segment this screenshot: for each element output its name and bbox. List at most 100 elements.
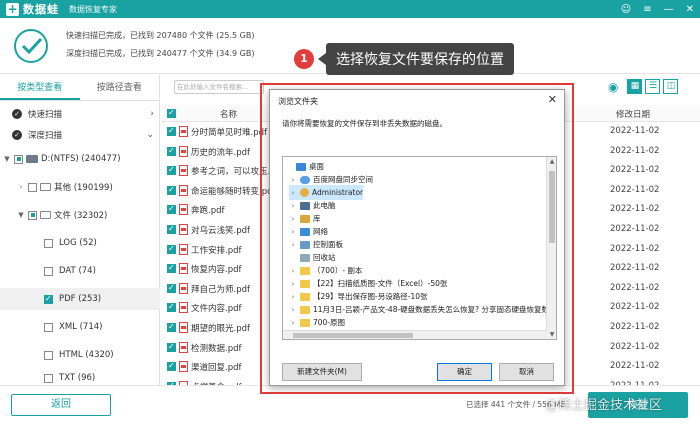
minimize-icon[interactable]: —	[664, 4, 674, 15]
files-checkbox[interactable]	[28, 210, 37, 220]
tab-by-type[interactable]: 按类型查看	[0, 75, 80, 100]
new-folder-button[interactable]: 新建文件夹(M)	[282, 363, 362, 381]
tree-expand-icon[interactable]: ›	[289, 176, 297, 184]
check-circle-icon: ✓	[12, 130, 22, 140]
grid-view-icon[interactable]: ▦	[627, 79, 643, 94]
tree-expand-icon[interactable]: ›	[289, 189, 297, 197]
tab-by-path[interactable]: 按路径查看	[80, 75, 160, 100]
deep-scan-row[interactable]: ✓ 深度扫描 ⌄	[0, 124, 160, 146]
file-checkbox[interactable]	[167, 165, 176, 176]
list-view-icon[interactable]: ☰	[645, 79, 661, 94]
cancel-button[interactable]: 取消	[499, 363, 554, 381]
tree-item-txt[interactable]: TXT (96)	[0, 371, 160, 385]
tree-horizontal-scrollbar[interactable]	[283, 330, 547, 339]
file-checkbox[interactable]	[167, 283, 176, 293]
app-subtitle: 数据恢复专家	[69, 4, 117, 14]
file-date: 2022-11-02	[610, 322, 660, 332]
file-name: 文件内容.pdf	[191, 304, 242, 315]
menu-icon[interactable]: ≡	[643, 4, 651, 15]
xml-checkbox[interactable]	[44, 322, 53, 332]
log-checkbox[interactable]	[44, 238, 53, 248]
tree-item-dat[interactable]: DAT (74)	[0, 260, 160, 282]
folder-tree-label: 回收站	[313, 253, 336, 262]
ok-button[interactable]: 确定	[437, 363, 492, 381]
file-checkbox[interactable]	[167, 263, 176, 274]
tree-expand-icon[interactable]: ›	[289, 202, 297, 210]
tree-item-xml[interactable]: XML (714)	[0, 316, 160, 338]
tree-item-other[interactable]: › 其他 (190199)	[0, 176, 160, 198]
txt-checkbox[interactable]	[44, 373, 53, 383]
tree-expand-icon[interactable]: ›	[289, 267, 297, 275]
pdf-checkbox[interactable]	[44, 294, 53, 304]
file-checkbox[interactable]	[167, 342, 176, 352]
tree-expand-icon[interactable]: ›	[289, 280, 297, 288]
tree-expand-icon[interactable]: ›	[289, 215, 297, 223]
folder-tree-label: Administrator	[312, 188, 364, 197]
tree-item-log[interactable]: LOG (52)	[0, 232, 160, 254]
file-name: 渠道回复.pdf	[191, 363, 242, 374]
html-checkbox[interactable]	[44, 350, 53, 360]
recycle-bin-icon	[300, 253, 310, 262]
detail-view-icon[interactable]: ◫	[663, 79, 679, 94]
column-date[interactable]: 修改日期	[616, 108, 650, 120]
tree-expand-icon[interactable]: ›	[289, 319, 297, 327]
tree-expand-icon[interactable]: ›	[289, 241, 297, 249]
scroll-up-icon[interactable]: ▲	[547, 158, 556, 165]
pdf-file-icon	[179, 126, 188, 137]
expand-arrow-icon[interactable]: ▼	[16, 211, 26, 219]
library-icon	[300, 214, 310, 223]
close-icon[interactable]: ✕	[686, 4, 694, 15]
preview-eye-icon[interactable]: ◉	[608, 80, 618, 94]
tree-item-html[interactable]: HTML (4320)	[0, 344, 160, 366]
back-button[interactable]: 返回	[11, 394, 111, 416]
file-checkbox[interactable]	[167, 361, 176, 372]
file-checkbox[interactable]	[167, 224, 176, 234]
file-checkbox[interactable]	[167, 126, 176, 136]
file-date: 2022-11-02	[610, 243, 660, 254]
file-checkbox[interactable]	[167, 185, 176, 195]
file-checkbox[interactable]	[167, 302, 176, 313]
folder-tree-label: 控制面板	[313, 240, 343, 249]
title-bar: + 数据蛙 数据恢复专家 ☺ ≡ — ✕	[0, 0, 700, 18]
select-all-checkbox[interactable]	[167, 108, 176, 118]
chevron-right-icon: ›	[150, 109, 154, 119]
folder-tree[interactable]: 桌面 › 百度网盘同步空间 › Administrator › 此电脑 › 库 › 网络 › 控制面板回…	[282, 156, 557, 340]
file-checkbox[interactable]	[167, 322, 176, 332]
files-label: 文件 (32302)	[54, 211, 108, 221]
quick-scan-row[interactable]: ✓ 快速扫描 ›	[0, 103, 160, 125]
file-checkbox[interactable]	[167, 146, 176, 156]
desktop-icon	[296, 162, 306, 171]
file-name: 期望的眼光.pdf	[191, 324, 250, 334]
hscroll-thumb[interactable]	[293, 333, 413, 338]
file-name: 恢复内容.pdf	[191, 265, 242, 276]
log-label: LOG (52)	[59, 238, 97, 248]
folder-tree-label: 百度网盘同步空间	[313, 175, 373, 184]
scroll-down-icon[interactable]: ▼	[547, 331, 556, 338]
collapse-arrow-icon[interactable]: ›	[16, 183, 26, 191]
file-checkbox[interactable]	[167, 244, 176, 254]
left-panel-tabs: 按类型查看 按路径查看	[0, 75, 159, 101]
dialog-message: 请你将需要恢复的文件保存到非丢失数据的磁盘。	[282, 119, 447, 128]
pdf-file-icon	[179, 224, 188, 235]
expand-arrow-icon[interactable]: ▼	[2, 155, 12, 163]
other-checkbox[interactable]	[28, 182, 37, 192]
tree-item-files[interactable]: ▼ 文件 (32302)	[0, 204, 160, 226]
scroll-thumb[interactable]	[549, 171, 555, 243]
drive-checkbox[interactable]	[14, 154, 23, 164]
pdf-file-icon	[179, 263, 188, 275]
deep-scan-result: 深度扫描已完成，已找到 240477 个文件 (34.9 GB)	[66, 49, 255, 58]
pdf-file-icon	[179, 145, 188, 157]
tree-vertical-scrollbar[interactable]: ▲ ▼	[546, 157, 556, 339]
tree-item-pdf[interactable]: PDF (253)	[0, 288, 160, 310]
tree-expand-icon[interactable]: ›	[289, 293, 297, 301]
feedback-icon[interactable]: ☺	[621, 4, 631, 15]
tree-item-drive-d[interactable]: ▼ D:(NTFS) (240477)	[0, 148, 160, 170]
dialog-close-icon[interactable]: ✕	[548, 93, 557, 106]
file-checkbox[interactable]	[167, 204, 176, 215]
user-icon	[300, 188, 309, 197]
search-input[interactable]: 在此处输入文件名搜索...	[174, 80, 264, 94]
tree-expand-icon[interactable]: ›	[289, 306, 297, 314]
column-name[interactable]: 名称	[220, 108, 237, 120]
tree-expand-icon[interactable]: ›	[289, 228, 297, 236]
dat-checkbox[interactable]	[44, 266, 53, 276]
